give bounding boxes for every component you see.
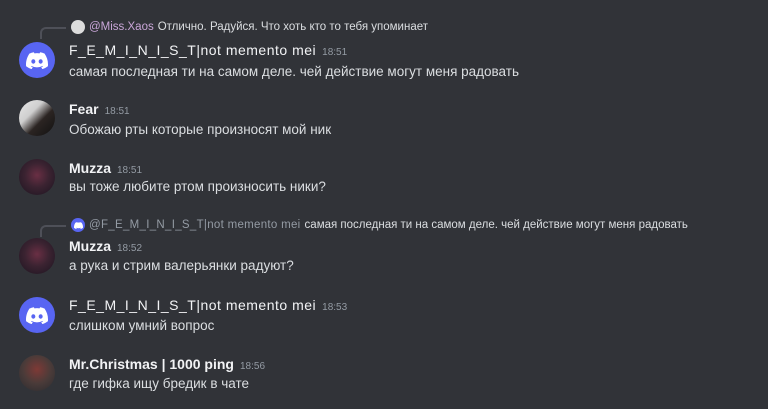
- message-text: вы тоже любите ртом произносить ники?: [69, 179, 326, 194]
- message-author-line: F_E_M_I_N_I_S_T|not memento mei 18:53: [69, 297, 347, 313]
- reply-author[interactable]: @Miss.Xaos: [89, 21, 154, 33]
- message-author-line: Mr.Christmas | 1000 ping 18:56: [69, 356, 265, 372]
- reply-avatar-icon: [71, 20, 85, 34]
- message-item[interactable]: @Miss.Xaos Отлично. Радуйся. Что хоть кт…: [0, 18, 768, 86]
- username[interactable]: F_E_M_I_N_I_S_T|not memento mei: [69, 297, 316, 313]
- avatar[interactable]: [19, 159, 55, 195]
- username[interactable]: Fear: [69, 101, 99, 117]
- timestamp: 18:52: [117, 243, 143, 254]
- reply-avatar-icon: [71, 218, 85, 232]
- reply-preview[interactable]: @F_E_M_I_N_I_S_T|not memento mei самая п…: [40, 216, 688, 237]
- message-item[interactable]: Muzza 18:51 вы тоже любите ртом произноси…: [0, 159, 768, 205]
- message-item[interactable]: Mr.Christmas | 1000 ping 18:56 где гифка …: [0, 355, 768, 401]
- reply-spine: [40, 225, 66, 237]
- reply-text: Отлично. Радуйся. Что хоть кто то тебя у…: [157, 21, 428, 33]
- discord-logo-icon: [26, 306, 48, 324]
- message-author-line: Muzza 18:52: [69, 238, 142, 254]
- message-text: слишком умний вопрос: [69, 318, 215, 333]
- message-item[interactable]: F_E_M_I_N_I_S_T|not memento mei 18:53 сли…: [0, 296, 768, 342]
- message-text: а рука и стрим валерьянки радуют?: [69, 258, 294, 273]
- timestamp: 18:51: [104, 106, 130, 117]
- avatar[interactable]: [19, 238, 55, 274]
- username[interactable]: Mr.Christmas | 1000 ping: [69, 356, 234, 372]
- timestamp: 18:51: [322, 47, 348, 58]
- reply-spine: [40, 27, 66, 39]
- message-item[interactable]: Fear 18:51 Обожаю рты которые произносят …: [0, 100, 768, 146]
- avatar[interactable]: [19, 355, 55, 391]
- reply-author[interactable]: @F_E_M_I_N_I_S_T|not memento mei: [89, 219, 301, 231]
- timestamp: 18:53: [322, 302, 348, 313]
- avatar[interactable]: [19, 100, 55, 136]
- message-text: Обожаю рты которые произносят мой ник: [69, 122, 332, 137]
- reply-preview[interactable]: @Miss.Xaos Отлично. Радуйся. Что хоть кт…: [40, 18, 428, 39]
- avatar[interactable]: [19, 42, 55, 78]
- discord-logo-icon: [26, 51, 48, 69]
- message-author-line: Fear 18:51: [69, 101, 130, 117]
- username[interactable]: F_E_M_I_N_I_S_T|not memento mei: [69, 42, 316, 58]
- message-text: где гифка ищу бредик в чате: [69, 376, 250, 391]
- discord-logo-icon: [73, 221, 83, 229]
- message-author-line: Muzza 18:51: [69, 160, 142, 176]
- username[interactable]: Muzza: [69, 238, 111, 254]
- timestamp: 18:51: [117, 165, 143, 176]
- message-item[interactable]: @F_E_M_I_N_I_S_T|not memento mei самая п…: [0, 216, 768, 284]
- timestamp: 18:56: [239, 361, 266, 372]
- username[interactable]: Muzza: [69, 160, 111, 176]
- message-author-line: F_E_M_I_N_I_S_T|not memento mei 18:51: [69, 42, 347, 58]
- avatar[interactable]: [19, 297, 55, 333]
- reply-text: самая последная ти на самом деле. чей де…: [304, 219, 688, 231]
- message-text: самая последная ти на самом деле. чей де…: [69, 64, 519, 79]
